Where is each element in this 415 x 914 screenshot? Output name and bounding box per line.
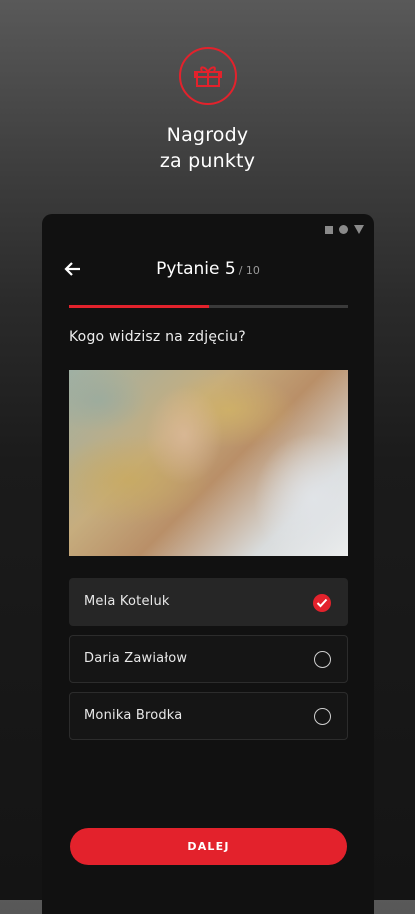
question-text: Kogo widzisz na zdjęciu? xyxy=(69,329,246,345)
radio-unchecked-icon xyxy=(314,708,331,725)
question-photo xyxy=(69,370,348,556)
circle-icon xyxy=(339,225,348,234)
question-title: Pytanie 5/ 10 xyxy=(42,257,374,283)
option-daria-zawialow[interactable]: Daria Zawiałow xyxy=(69,635,348,683)
option-mela-koteluk[interactable]: Mela Koteluk xyxy=(69,578,348,626)
square-icon xyxy=(325,225,333,234)
option-monika-brodka[interactable]: Monika Brodka xyxy=(69,692,348,740)
question-number: Pytanie 5 xyxy=(156,259,236,279)
checkmark-icon xyxy=(313,594,331,612)
status-bar xyxy=(325,225,364,234)
progress-bar xyxy=(69,305,348,308)
radio-unchecked-icon xyxy=(314,651,331,668)
phone-screen: Pytanie 5/ 10 Kogo widzisz na zdjęciu? M… xyxy=(42,214,374,914)
triangle-down-icon xyxy=(354,225,364,234)
question-total: / 10 xyxy=(238,264,260,277)
promo-title: Nagrody za punkty xyxy=(0,122,415,174)
promo-title-line2: za punkty xyxy=(159,150,256,172)
progress-fill xyxy=(69,305,209,308)
option-label: Mela Koteluk xyxy=(84,594,170,609)
next-button[interactable]: DALEJ xyxy=(70,828,347,865)
option-label: Daria Zawiałow xyxy=(84,651,188,666)
option-label: Monika Brodka xyxy=(84,708,183,723)
gift-icon xyxy=(179,47,237,105)
promo-title-line1: Nagrody xyxy=(166,124,249,146)
